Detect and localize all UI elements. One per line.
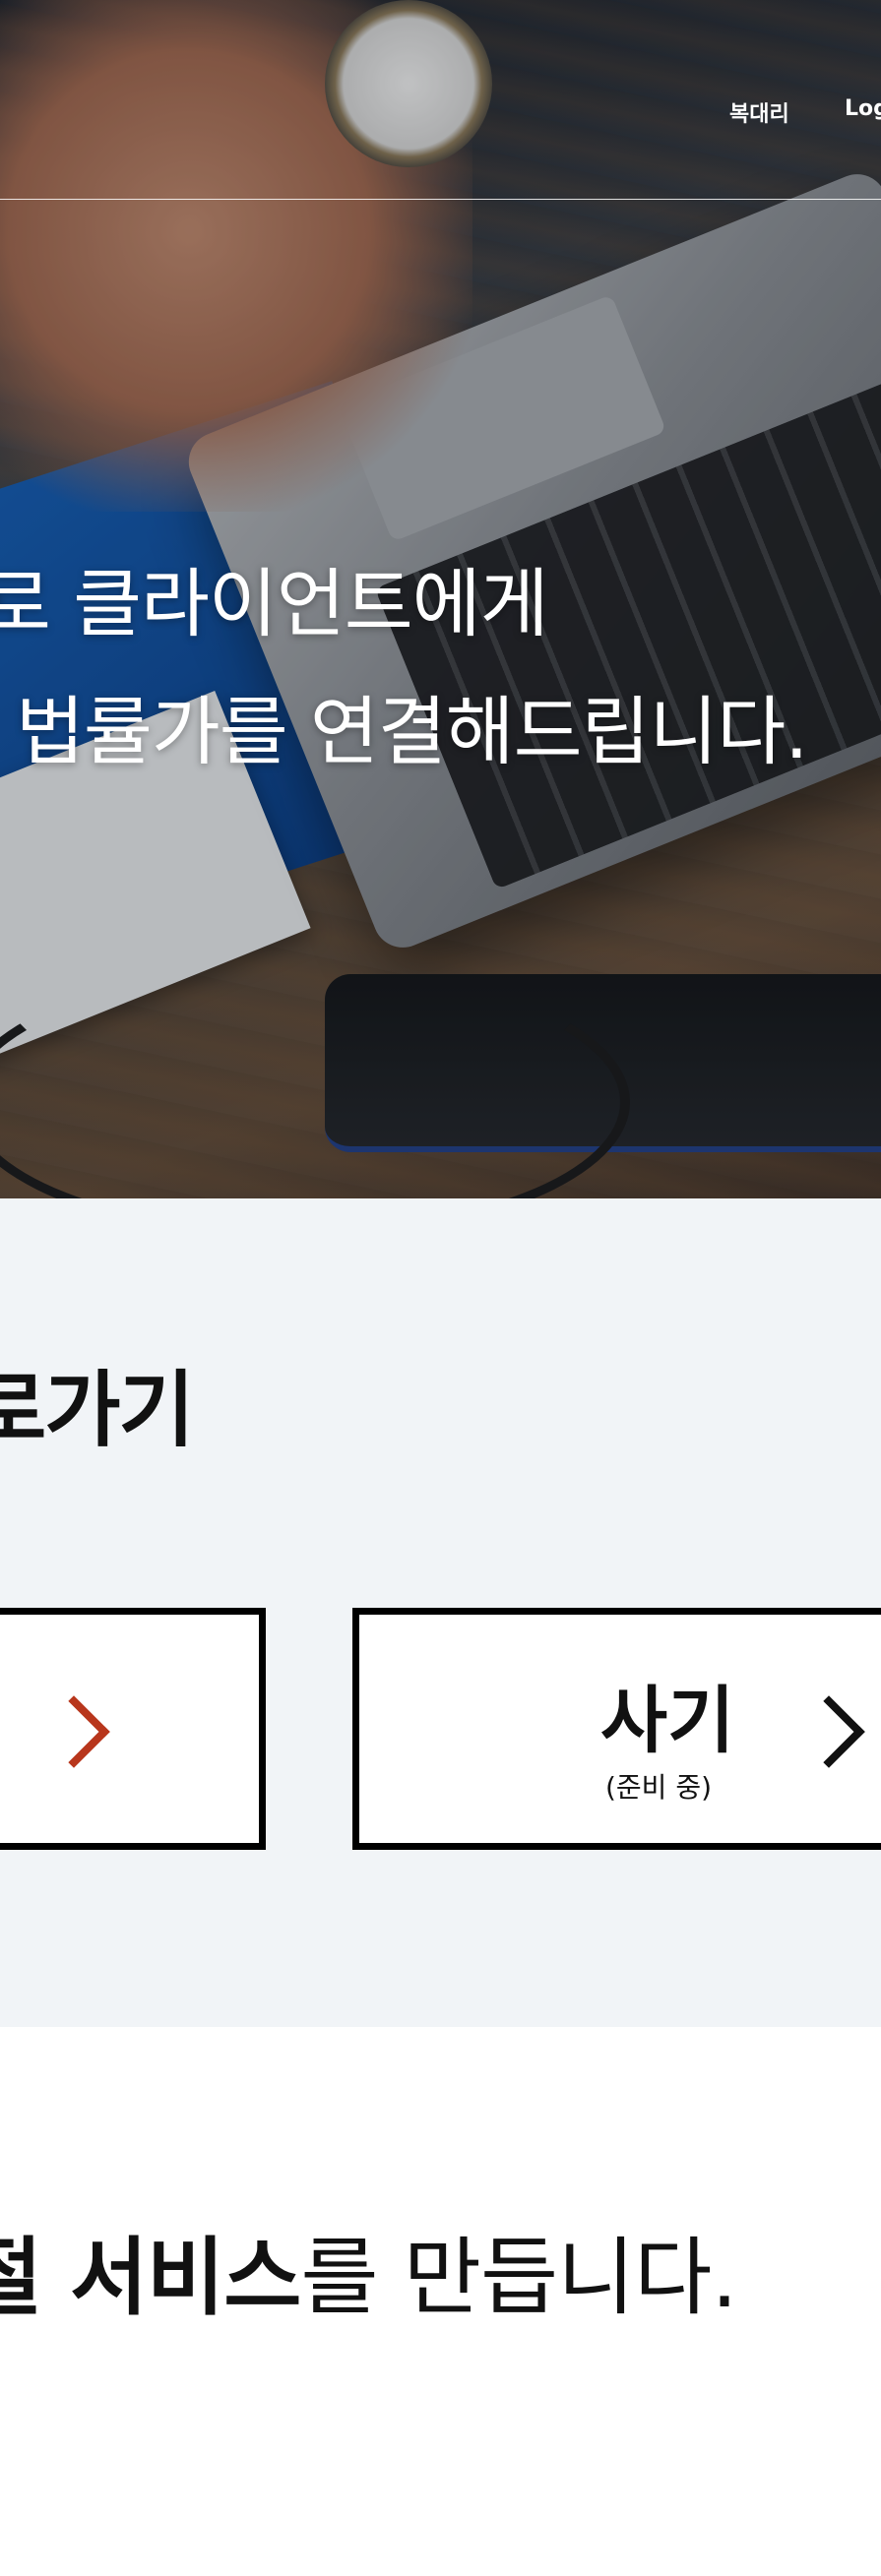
quick-link-card-left[interactable]: ! <box>0 1608 266 1850</box>
hero-headline-line2: 법률가를 연결해드립니다. <box>16 688 808 775</box>
hero-section: 복대리 Log 로 클라이언트에게 법률가를 연결해드립니다. <box>0 0 881 1198</box>
card-status: (준비 중) <box>605 1771 713 1804</box>
quick-links-section: 로가기 ! 사기 (준비 중) <box>0 1198 881 2027</box>
chevron-right-icon <box>37 1695 110 1768</box>
card-label: ! <box>0 1669 9 1753</box>
service-headline: 절 서비스를 만듭니다. <box>0 2208 738 2331</box>
service-section: 절 서비스를 만듭니다. <box>0 2027 881 2576</box>
top-nav: 복대리 Log <box>0 0 881 200</box>
card-label: 사기 <box>600 1679 735 1763</box>
hero-headline-line1: 로 클라이언트에게 <box>0 560 549 647</box>
chevron-right-icon <box>792 1695 865 1768</box>
nav-link-bokdaeri[interactable]: 복대리 <box>729 96 789 128</box>
quick-links-title: 로가기 <box>0 1362 195 1458</box>
service-headline-rest: 를 만듭니다. <box>300 2229 737 2327</box>
nav-link-login[interactable]: Log <box>845 96 881 121</box>
service-headline-bold: 절 서비스 <box>0 2229 301 2327</box>
quick-link-card-fraud[interactable]: 사기 (준비 중) <box>352 1608 881 1850</box>
